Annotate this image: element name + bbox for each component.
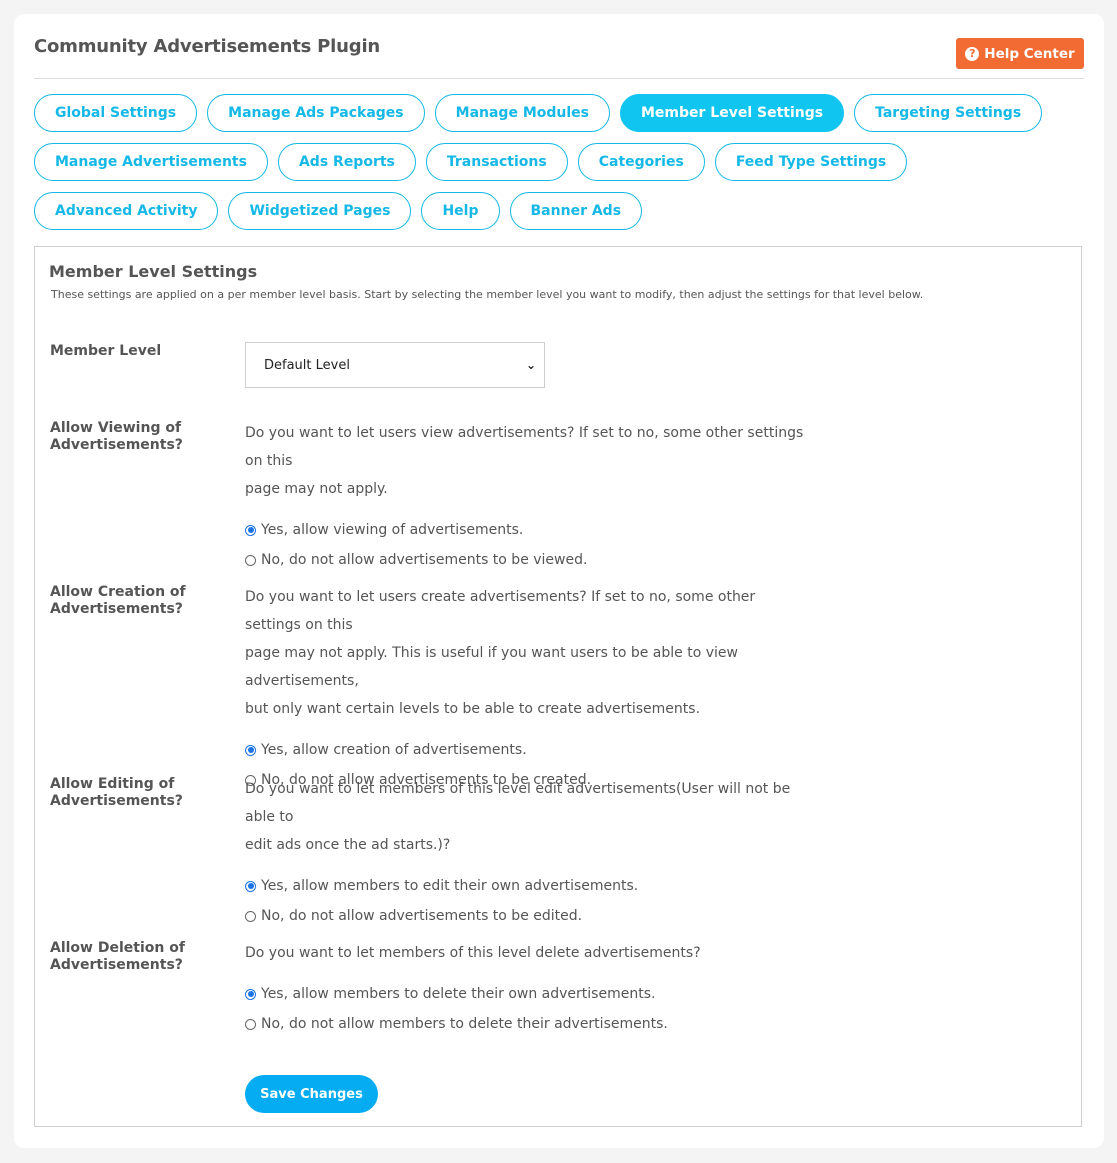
tab-ads-reports[interactable]: Ads Reports: [277, 143, 416, 181]
description-line: Do you want to let members of this level…: [245, 945, 701, 961]
header-divider: [34, 78, 1084, 79]
allow-deletion-label-line2: Advertisements?: [50, 957, 183, 973]
allow-editing-label: Allow Editing of Advertisements?: [50, 776, 220, 810]
question-circle-icon: ?: [965, 46, 980, 61]
allow-editing-yes-option[interactable]: Yes, allow members to edit their own adv…: [245, 871, 805, 901]
allow-creation-label-line1: Allow Creation of: [50, 584, 186, 600]
radio-unchecked[interactable]: [245, 910, 256, 922]
allow-editing-label-line2: Advertisements?: [50, 793, 183, 809]
allow-editing-label-line1: Allow Editing of: [50, 776, 175, 792]
radio-checked[interactable]: [245, 524, 256, 536]
allow-creation-yes-option[interactable]: Yes, allow creation of advertisements.: [245, 735, 805, 765]
allow-creation-label: Allow Creation of Advertisements?: [50, 584, 220, 618]
radio-label: Yes, allow creation of advertisements.: [261, 742, 527, 758]
allow-viewing-label-line2: Advertisements?: [50, 437, 183, 453]
save-changes-button[interactable]: Save Changes: [245, 1075, 378, 1113]
allow-creation-field: Do you want to let users create advertis…: [245, 583, 805, 795]
settings-panel: Member Level Settings These settings are…: [34, 246, 1082, 1127]
description-line: page may not apply. This is useful if yo…: [245, 645, 738, 689]
radio-label: Yes, allow viewing of advertisements.: [261, 522, 524, 538]
radio-label: No, do not allow advertisements to be ed…: [261, 908, 583, 924]
radio-checked[interactable]: [245, 880, 256, 892]
panel-title: Member Level Settings: [49, 262, 258, 281]
tab-member-level-settings[interactable]: Member Level Settings: [620, 94, 845, 132]
panel-description: These settings are applied on a per memb…: [51, 288, 924, 301]
radio-label: No, do not allow members to delete their…: [261, 1016, 668, 1032]
tab-help[interactable]: Help: [421, 192, 500, 230]
radio-label: Yes, allow members to delete their own a…: [261, 986, 656, 1002]
allow-viewing-label: Allow Viewing of Advertisements?: [50, 420, 220, 454]
member-level-label: Member Level: [50, 343, 162, 359]
tab-manage-advertisements[interactable]: Manage Advertisements: [34, 143, 268, 181]
member-level-field: Default Level ⌄: [245, 342, 805, 388]
description-line: page may not apply.: [245, 481, 388, 497]
description-line: edit ads once the ad starts.)?: [245, 837, 451, 853]
allow-creation-label-line2: Advertisements?: [50, 601, 183, 617]
plugin-card: Community Advertisements Plugin ? Help C…: [14, 14, 1104, 1148]
member-level-value: Default Level: [264, 357, 350, 373]
allow-deletion-field: Do you want to let members of this level…: [245, 939, 805, 1039]
allow-editing-no-option[interactable]: No, do not allow advertisements to be ed…: [245, 901, 805, 931]
allow-deletion-label: Allow Deletion of Advertisements?: [50, 940, 220, 974]
tab-transactions[interactable]: Transactions: [425, 143, 568, 181]
tab-bar: Global Settings Manage Ads Packages Mana…: [34, 94, 1084, 230]
allow-deletion-description: Do you want to let members of this level…: [245, 939, 805, 967]
allow-editing-field: Do you want to let members of this level…: [245, 775, 805, 931]
page-title: Community Advertisements Plugin: [34, 36, 381, 57]
allow-viewing-field: Do you want to let users view advertisem…: [245, 419, 805, 575]
description-line: but only want certain levels to be able …: [245, 701, 701, 717]
tab-manage-ads-packages[interactable]: Manage Ads Packages: [207, 94, 425, 132]
allow-deletion-label-line1: Allow Deletion of: [50, 940, 185, 956]
tab-targeting-settings[interactable]: Targeting Settings: [854, 94, 1043, 132]
radio-label: No, do not allow advertisements to be vi…: [261, 552, 588, 568]
radio-checked[interactable]: [245, 744, 256, 756]
allow-viewing-no-option[interactable]: No, do not allow advertisements to be vi…: [245, 545, 805, 575]
radio-unchecked[interactable]: [245, 1018, 256, 1030]
allow-deletion-no-option[interactable]: No, do not allow members to delete their…: [245, 1009, 805, 1039]
allow-viewing-yes-option[interactable]: Yes, allow viewing of advertisements.: [245, 515, 805, 545]
member-level-select[interactable]: Default Level ⌄: [245, 342, 545, 388]
help-center-button[interactable]: ? Help Center: [956, 38, 1084, 69]
tab-categories[interactable]: Categories: [577, 143, 705, 181]
tab-advanced-activity[interactable]: Advanced Activity: [34, 192, 219, 230]
description-line: Do you want to let members of this level…: [245, 781, 791, 825]
allow-viewing-label-line1: Allow Viewing of: [50, 420, 182, 436]
tab-manage-modules[interactable]: Manage Modules: [434, 94, 610, 132]
tab-feed-type-settings[interactable]: Feed Type Settings: [714, 143, 908, 181]
tab-global-settings[interactable]: Global Settings: [34, 94, 198, 132]
help-center-label: Help Center: [984, 45, 1075, 62]
tab-widgetized-pages[interactable]: Widgetized Pages: [228, 192, 412, 230]
tab-banner-ads[interactable]: Banner Ads: [509, 192, 643, 230]
allow-editing-description: Do you want to let members of this level…: [245, 775, 805, 859]
radio-unchecked[interactable]: [245, 554, 256, 566]
allow-viewing-description: Do you want to let users view advertisem…: [245, 419, 805, 503]
description-line: Do you want to let users view advertisem…: [245, 425, 804, 469]
radio-checked[interactable]: [245, 988, 256, 1000]
allow-deletion-yes-option[interactable]: Yes, allow members to delete their own a…: [245, 979, 805, 1009]
description-line: Do you want to let users create advertis…: [245, 589, 756, 633]
allow-creation-description: Do you want to let users create advertis…: [245, 583, 805, 723]
chevron-down-icon: ⌄: [525, 358, 536, 372]
radio-label: Yes, allow members to edit their own adv…: [261, 878, 639, 894]
